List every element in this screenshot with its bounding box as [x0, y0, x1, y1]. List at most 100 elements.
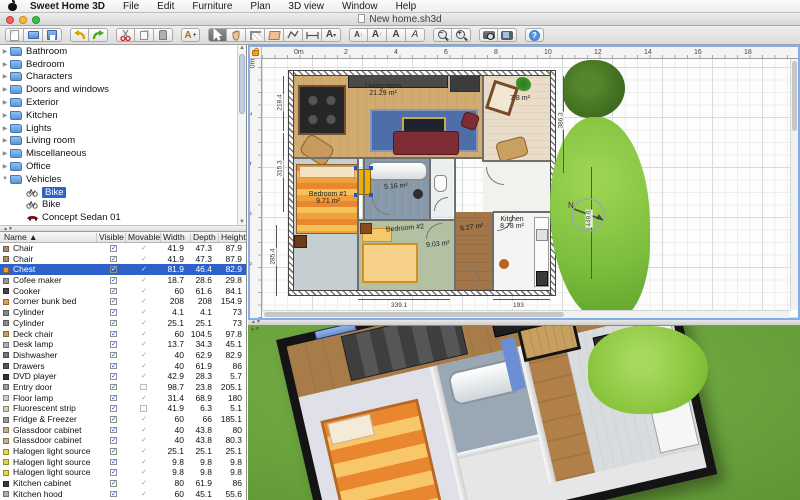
- wall-top[interactable]: [288, 70, 556, 76]
- table-row-kitchen-hood[interactable]: Kitchen hood✓✓6045.155.6: [0, 489, 246, 500]
- 3d-view[interactable]: ▲▼: [248, 325, 800, 500]
- chevron-right-icon[interactable]: ▶: [0, 137, 10, 144]
- chevron-down-icon[interactable]: ▼: [0, 176, 10, 182]
- bold-button[interactable]: A: [387, 28, 406, 42]
- zoom-out-button[interactable]: −: [433, 28, 452, 42]
- visible-checkbox[interactable]: ✓: [110, 416, 117, 423]
- select-button[interactable]: [208, 28, 227, 42]
- table-row-entry-door[interactable]: Entry door✓98.723.8205.1: [0, 382, 246, 393]
- movable-checkbox[interactable]: ✓: [140, 266, 147, 273]
- plan-bedside-table[interactable]: [294, 235, 307, 248]
- movable-checkbox[interactable]: ✓: [140, 427, 147, 434]
- visible-checkbox[interactable]: ✓: [110, 256, 117, 263]
- catalog-item-characters[interactable]: ▶Characters: [0, 71, 246, 84]
- visible-checkbox[interactable]: ✓: [110, 245, 117, 252]
- italic-button[interactable]: A: [406, 28, 425, 42]
- visible-checkbox[interactable]: ✓: [110, 427, 117, 434]
- visible-checkbox[interactable]: ✓: [110, 331, 117, 338]
- visible-checkbox[interactable]: ✓: [110, 469, 117, 476]
- open-button[interactable]: [24, 28, 43, 42]
- catalog-item-bedroom[interactable]: ▶Bedroom: [0, 58, 246, 71]
- movable-checkbox[interactable]: ✓: [140, 288, 147, 295]
- table-row-halogen-light-source[interactable]: Halogen light source✓✓25.125.125.1: [0, 446, 246, 457]
- add-furniture-button[interactable]: A+: [181, 28, 200, 42]
- lock-icon[interactable]: [252, 50, 259, 56]
- menu-item-sweet-home-3d[interactable]: Sweet Home 3D: [21, 0, 114, 13]
- photo-button[interactable]: [479, 28, 498, 42]
- catalog-scrollbar[interactable]: ▲▼: [237, 45, 246, 225]
- catalog-item-bathroom[interactable]: ▶Bathroom: [0, 45, 246, 58]
- catalog-item-exterior[interactable]: ▶Exterior: [0, 96, 246, 109]
- plan-kitchen-sink[interactable]: [536, 229, 548, 241]
- table-row-halogen-light-source[interactable]: Halogen light source✓✓9.89.89.8: [0, 467, 246, 478]
- movable-checkbox[interactable]: ✓: [140, 256, 147, 263]
- catalog-item-bike[interactable]: Bike: [26, 199, 246, 212]
- plan-dining-chairs[interactable]: [304, 91, 340, 129]
- catalog-item-miscellaneous[interactable]: ▶Miscellaneous: [0, 147, 246, 160]
- column-header-movable[interactable]: Movable: [128, 232, 160, 243]
- movable-checkbox[interactable]: ✓: [140, 245, 147, 252]
- chevron-right-icon[interactable]: ▶: [0, 86, 10, 93]
- table-row-halogen-light-source[interactable]: Halogen light source✓✓9.89.89.8: [0, 457, 246, 468]
- table-row-drawers[interactable]: Drawers✓✓4061.986: [0, 361, 246, 372]
- plan-bath-sink[interactable]: [413, 189, 423, 199]
- decrease-text-size-button[interactable]: A↓: [349, 28, 368, 42]
- wall-bottom[interactable]: [288, 290, 556, 296]
- furniture-catalog-tree[interactable]: ▶Bathroom▶Bedroom▶Characters▶Doors and w…: [0, 45, 246, 225]
- create-walls-button[interactable]: [246, 28, 265, 42]
- 3d-splitter-handle[interactable]: ▲▼: [250, 326, 260, 332]
- create-polylines-button[interactable]: [284, 28, 303, 42]
- visible-checkbox[interactable]: ✓: [110, 491, 117, 498]
- plan-vertical-scrollbar-thumb[interactable]: [792, 61, 797, 131]
- catalog-item-bike[interactable]: Bike: [26, 186, 246, 199]
- table-row-fridge-freezer[interactable]: Fridge & Freezer✓✓6066185.1: [0, 414, 246, 425]
- wall-bath-toilet[interactable]: [429, 159, 431, 221]
- table-row-cylinder[interactable]: Cylinder✓✓4.14.173: [0, 307, 246, 318]
- catalog-item-doors-and-windows[interactable]: ▶Doors and windows: [0, 83, 246, 96]
- table-row-cooker[interactable]: Cooker✓✓6061.684.1: [0, 286, 246, 297]
- table-row-chair[interactable]: Chair✓✓41.947.387.9: [0, 243, 246, 254]
- movable-checkbox[interactable]: ✓: [140, 341, 147, 348]
- column-header-height[interactable]: Height: [221, 232, 246, 243]
- chevron-right-icon[interactable]: ▶: [0, 150, 10, 157]
- catalog-table-splitter[interactable]: ▲▼: [0, 225, 246, 232]
- wall-kitchen-north[interactable]: [493, 211, 550, 213]
- title-bar[interactable]: New home.sh3d: [0, 13, 800, 26]
- visible-checkbox[interactable]: ✓: [110, 352, 117, 359]
- plan-vertical-scrollbar[interactable]: [790, 59, 798, 310]
- visible-checkbox[interactable]: ✓: [110, 363, 117, 370]
- column-header-name[interactable]: Name ▲: [4, 232, 37, 243]
- wall-hall-kitchen[interactable]: [492, 212, 494, 290]
- wall-bed2-north[interactable]: [358, 219, 455, 221]
- wall-terrace-south[interactable]: [483, 160, 550, 162]
- visible-checkbox[interactable]: ✓: [110, 395, 117, 402]
- movable-checkbox[interactable]: ✓: [140, 320, 147, 327]
- wall-left[interactable]: [288, 70, 294, 296]
- table-row-deck-chair[interactable]: Deck chair✓✓60104.597.8: [0, 329, 246, 340]
- plan-selection-handle-2[interactable]: [369, 166, 373, 170]
- visible-checkbox[interactable]: ✓: [110, 373, 117, 380]
- zoom-in-button[interactable]: +: [452, 28, 471, 42]
- plan-desk[interactable]: [450, 74, 480, 92]
- visible-checkbox[interactable]: ✓: [110, 341, 117, 348]
- plan-toilet[interactable]: [434, 175, 447, 192]
- chevron-right-icon[interactable]: ▶: [0, 73, 10, 80]
- plan-terrace-plant[interactable]: [516, 77, 531, 91]
- menu-item-edit[interactable]: Edit: [148, 0, 183, 13]
- table-row-chest[interactable]: Chest✓✓81.946.482.9: [0, 264, 246, 275]
- wall-bed1-bath[interactable]: [363, 159, 365, 221]
- movable-checkbox[interactable]: ✓: [140, 277, 147, 284]
- menu-item-help[interactable]: Help: [387, 0, 426, 13]
- chevron-right-icon[interactable]: ▶: [0, 163, 10, 170]
- column-header-depth[interactable]: Depth: [193, 232, 216, 243]
- catalog-scrollbar-thumb[interactable]: [239, 54, 245, 114]
- visible-checkbox[interactable]: ✓: [110, 405, 117, 412]
- movable-checkbox[interactable]: ✓: [140, 363, 147, 370]
- add-texts-button[interactable]: A▾: [322, 28, 341, 42]
- plan-kitchen-cooker[interactable]: [536, 271, 548, 286]
- table-row-cofee-maker[interactable]: Cofee maker✓✓18.728.629.8: [0, 275, 246, 286]
- table-row-corner-bunk-bed[interactable]: Corner bunk bed✓✓208208154.9: [0, 296, 246, 307]
- menu-item-window[interactable]: Window: [333, 0, 387, 13]
- table-row-glassdoor-cabinet[interactable]: Glassdoor cabinet✓✓4043.880.3: [0, 435, 246, 446]
- movable-checkbox[interactable]: ✓: [140, 480, 147, 487]
